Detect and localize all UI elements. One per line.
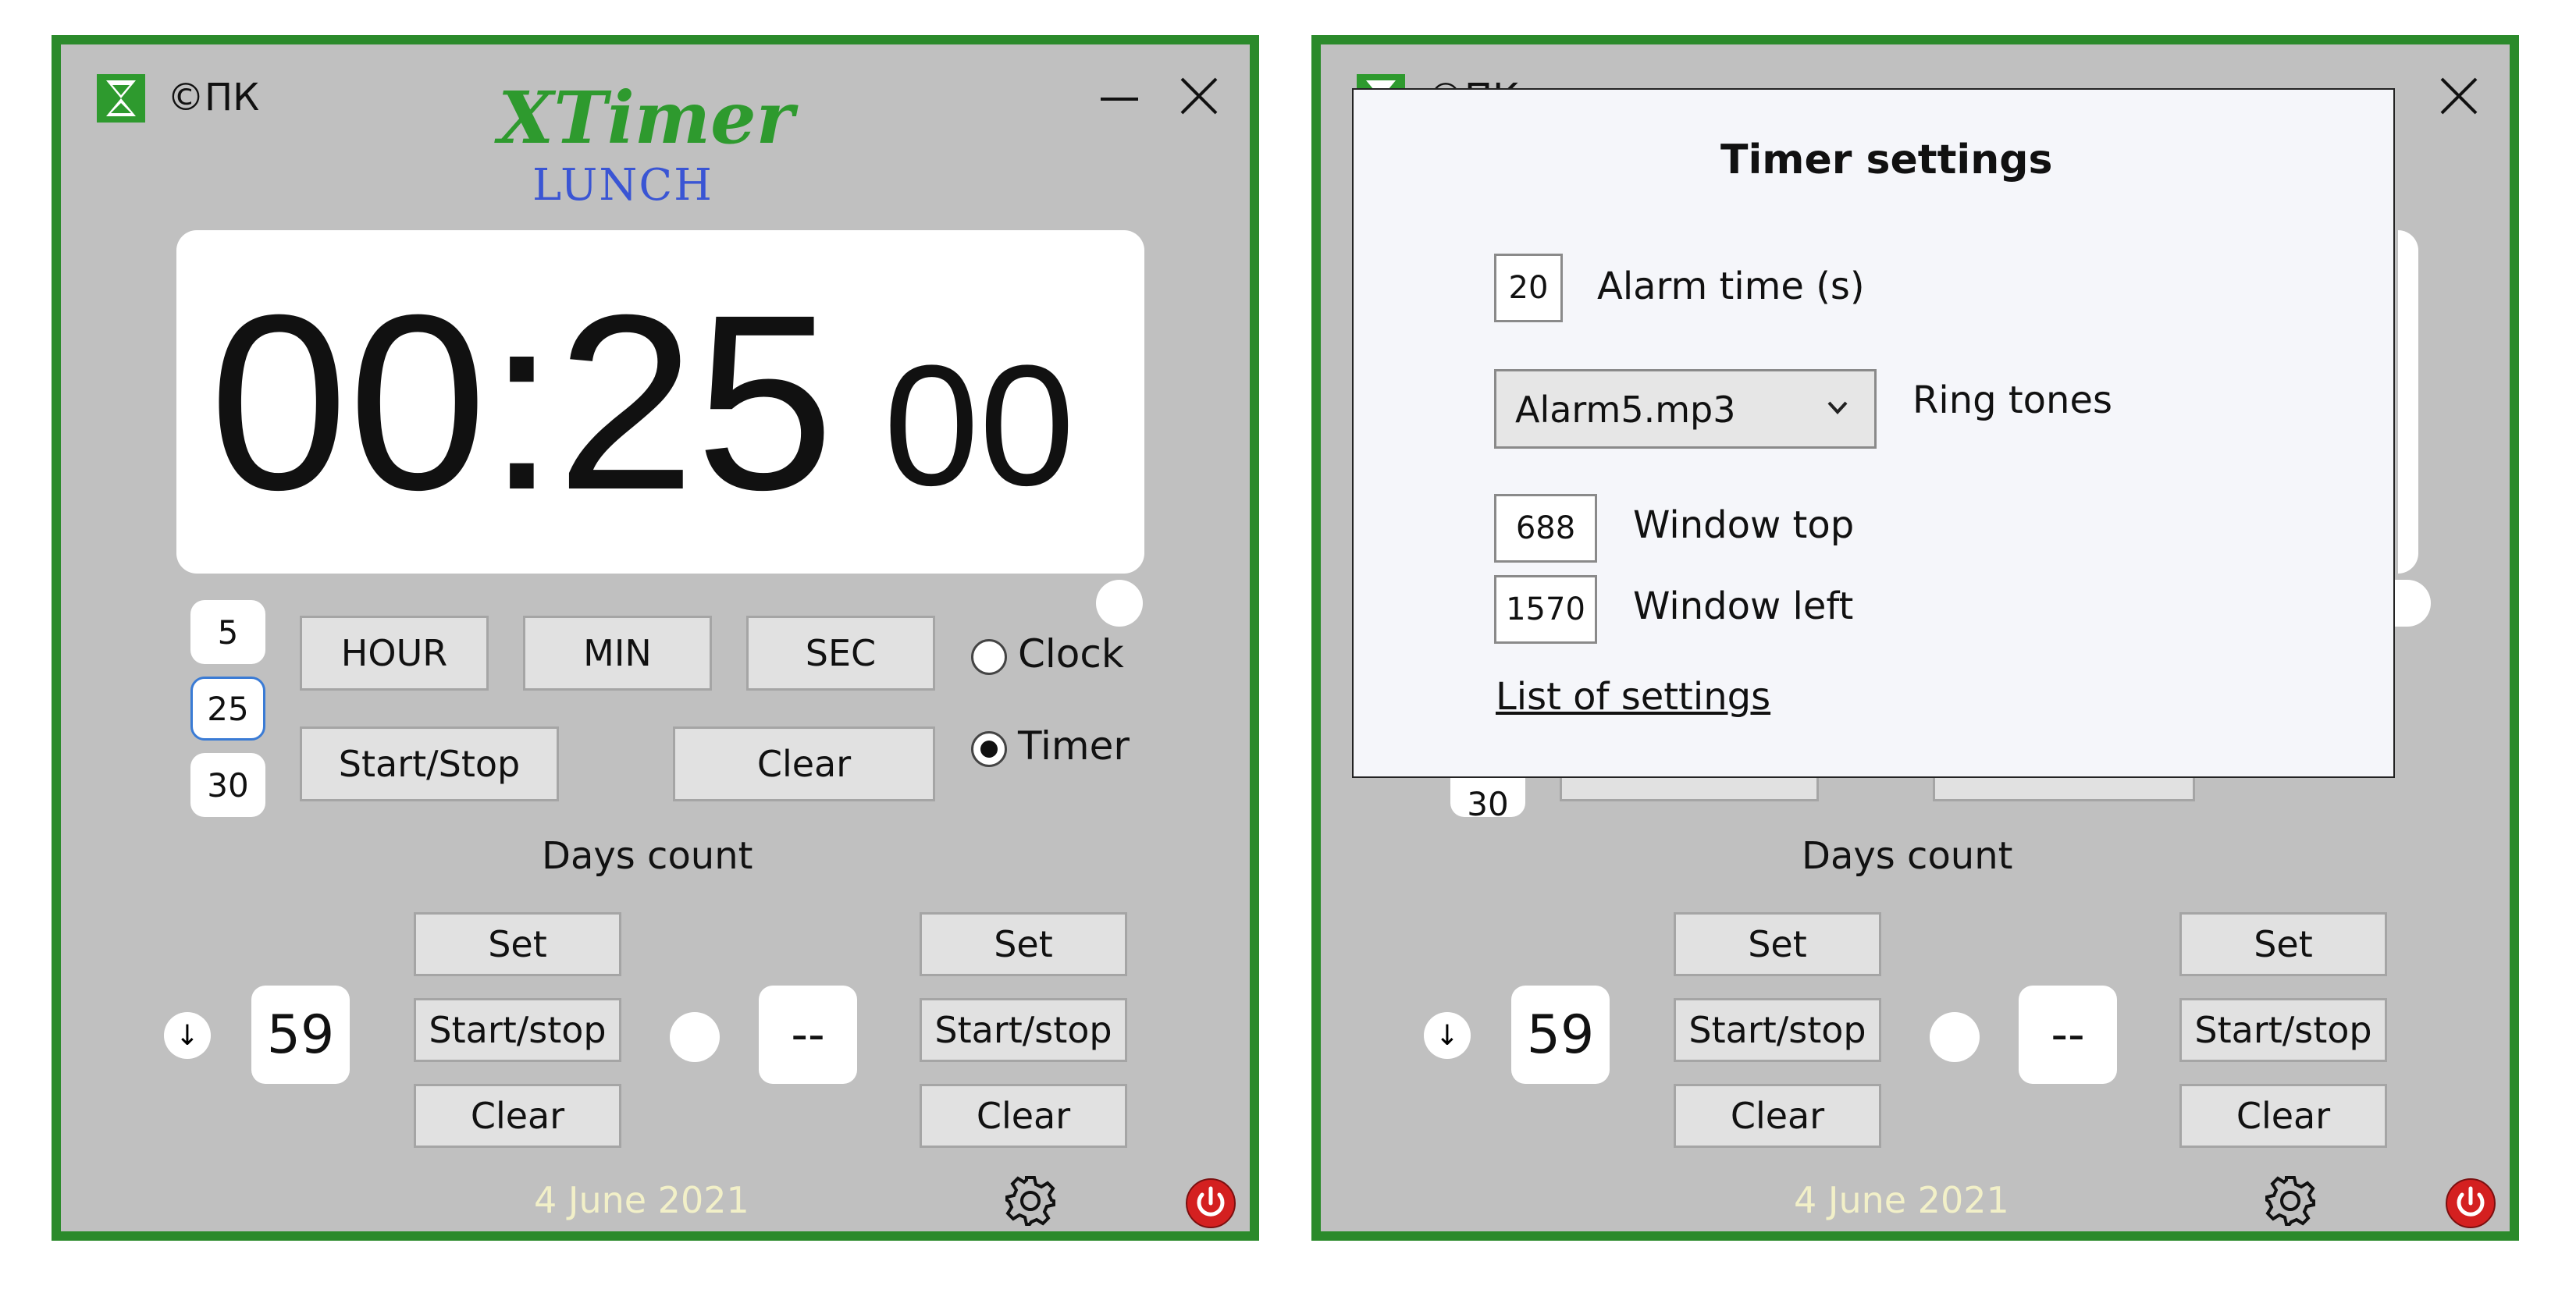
days-toggle-dot[interactable] <box>670 1012 720 1062</box>
days-clear-button-left[interactable]: Clear <box>1674 1084 1881 1148</box>
days-start-stop-button-right[interactable]: Start/stop <box>920 998 1127 1062</box>
gear-icon[interactable] <box>2262 1173 2318 1229</box>
preset-30-partial[interactable]: 30 <box>1450 778 1525 817</box>
close-icon[interactable] <box>2439 76 2479 116</box>
time-display: 00:25 00 <box>176 230 1144 574</box>
window-left-input[interactable]: 1570 <box>1494 575 1597 644</box>
window-top-label: Window top <box>1633 503 1855 547</box>
start-stop-button-partial[interactable] <box>1560 778 1819 801</box>
days-count-label: Days count <box>542 834 753 878</box>
window-left-label: Window left <box>1633 584 1854 628</box>
app-title: XTimer <box>498 76 795 160</box>
clear-button[interactable]: Clear <box>673 726 935 801</box>
days-value-right: -- <box>759 986 857 1084</box>
minimize-icon[interactable] <box>1099 91 1140 107</box>
alarm-time-input[interactable]: 20 <box>1494 254 1563 322</box>
gear-icon[interactable] <box>1002 1173 1059 1229</box>
date-label: 4 June 2021 <box>534 1179 749 1221</box>
days-set-button-left[interactable]: Set <box>1674 912 1881 976</box>
preset-25[interactable]: 25 <box>190 677 265 741</box>
indicator-dot[interactable] <box>1096 580 1143 627</box>
settings-title: Timer settings <box>1720 137 2053 183</box>
preset-30[interactable]: 30 <box>190 753 265 817</box>
power-icon[interactable] <box>1185 1178 1236 1229</box>
days-set-button-right[interactable]: Set <box>920 912 1127 976</box>
clear-button-partial[interactable] <box>1933 778 2195 801</box>
ringtone-select-value: Alarm5.mp3 <box>1515 389 1736 431</box>
days-start-stop-button-left[interactable]: Start/stop <box>414 998 621 1062</box>
min-button[interactable]: MIN <box>523 616 712 691</box>
days-start-stop-button-right[interactable]: Start/stop <box>2179 998 2387 1062</box>
xtimer-window-settings: ©ПК 30 Timer settings 20 Alarm time (s) … <box>1311 35 2519 1241</box>
days-set-button-left[interactable]: Set <box>414 912 621 976</box>
clock-radio-label: Clock <box>1018 631 1124 677</box>
days-start-stop-button-left[interactable]: Start/stop <box>1674 998 1881 1062</box>
indicator-dot-edge <box>2392 580 2431 627</box>
timer-radio[interactable] <box>971 731 1007 767</box>
hourglass-icon <box>97 74 145 123</box>
alarm-time-label: Alarm time (s) <box>1597 265 1865 308</box>
timer-settings-dialog: Timer settings 20 Alarm time (s) Alarm5.… <box>1352 88 2395 778</box>
days-clear-button-right[interactable]: Clear <box>920 1084 1127 1148</box>
list-of-settings-link[interactable]: List of settings <box>1496 675 1770 719</box>
window-top-input[interactable]: 688 <box>1494 494 1597 563</box>
preset-30-partial-text: 30 <box>1467 785 1509 818</box>
xtimer-window-main: ©ПК XTimer LUNCH 00:25 00 5 25 30 HOUR M… <box>52 35 1259 1241</box>
ringtone-select[interactable]: Alarm5.mp3 <box>1494 369 1877 449</box>
power-icon[interactable] <box>2445 1178 2496 1229</box>
days-clear-button-left[interactable]: Clear <box>414 1084 621 1148</box>
copyright-label: ©ПК <box>167 76 260 119</box>
sec-button[interactable]: SEC <box>746 616 935 691</box>
hour-button[interactable]: HOUR <box>300 616 489 691</box>
days-direction-button[interactable]: ↓ <box>1424 1012 1471 1059</box>
days-count-label: Days count <box>1802 834 2013 878</box>
days-clear-button-right[interactable]: Clear <box>2179 1084 2387 1148</box>
time-display-seconds: 00 <box>884 329 1075 521</box>
days-value-left: 59 <box>251 986 350 1084</box>
days-value-left: 59 <box>1511 986 1610 1084</box>
arrow-down-icon: ↓ <box>1435 1019 1460 1052</box>
timer-name-label: LUNCH <box>532 160 714 211</box>
preset-5[interactable]: 5 <box>190 600 265 664</box>
days-toggle-dot[interactable] <box>1930 1012 1980 1062</box>
close-icon[interactable] <box>1179 76 1219 116</box>
ringtones-label: Ring tones <box>1912 378 2112 422</box>
time-display-main: 00:25 <box>209 262 834 542</box>
time-display-edge <box>2398 230 2418 574</box>
timer-radio-label: Timer <box>1018 723 1130 769</box>
days-direction-button[interactable]: ↓ <box>164 1012 211 1059</box>
start-stop-button[interactable]: Start/Stop <box>300 726 559 801</box>
days-value-right: -- <box>2019 986 2117 1084</box>
chevron-down-icon <box>1827 401 1848 414</box>
arrow-down-icon: ↓ <box>175 1019 200 1052</box>
date-label: 4 June 2021 <box>1794 1179 2009 1221</box>
clock-radio[interactable] <box>971 639 1007 675</box>
days-set-button-right[interactable]: Set <box>2179 912 2387 976</box>
